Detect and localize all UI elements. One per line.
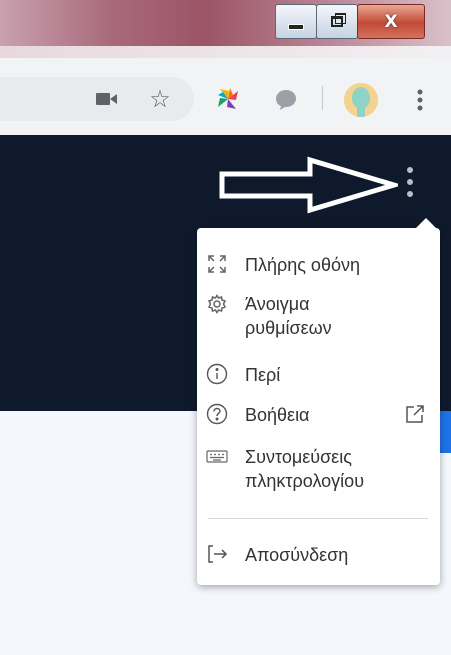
annotation-arrow-icon xyxy=(218,156,403,214)
menu-item-settings[interactable]: Άνοιγμα ρυθμίσεων xyxy=(197,290,440,342)
app-dropdown-menu: Πλήρης οθόνη Άνοιγμα ρυθμίσεων Περί Βοήθ… xyxy=(197,218,440,585)
minimize-icon xyxy=(288,23,304,30)
gear-icon xyxy=(206,293,228,315)
info-icon xyxy=(206,363,228,385)
title-bar-band xyxy=(0,46,451,58)
menu-item-label: Άνοιγμα ρυθμίσεων xyxy=(245,294,332,338)
menu-item-label: Πλήρης οθόνη xyxy=(245,255,360,275)
fullscreen-icon xyxy=(206,253,228,275)
browser-toolbar: ☆ xyxy=(0,58,451,135)
menu-item-label: Συντομεύσεις πληκτρολογίου xyxy=(245,447,365,491)
window-controls: X xyxy=(275,4,425,41)
window-title-bar: X xyxy=(0,0,451,58)
menu-item-help[interactable]: Βοήθεια xyxy=(197,400,440,430)
menu-item-label: Αποσύνδεση xyxy=(245,545,349,565)
menu-item-logout[interactable]: Αποσύνδεση xyxy=(197,540,440,570)
extension-pinwheel-icon[interactable] xyxy=(214,85,242,113)
restore-icon xyxy=(331,13,346,27)
close-button[interactable]: X xyxy=(357,4,425,39)
keyboard-icon xyxy=(206,446,228,468)
chrome-menu-icon[interactable] xyxy=(410,86,430,114)
help-icon xyxy=(206,403,228,425)
camera-icon[interactable] xyxy=(95,91,119,107)
external-link-icon xyxy=(404,403,426,425)
star-icon[interactable]: ☆ xyxy=(147,85,173,113)
toolbar-divider xyxy=(322,86,323,110)
menu-separator xyxy=(208,518,428,519)
menu-item-label: Περί xyxy=(245,365,281,385)
menu-item-about[interactable]: Περί xyxy=(197,360,440,390)
menu-item-keyboard-shortcuts[interactable]: Συντομεύσεις πληκτρολογίου xyxy=(197,443,440,498)
restore-button[interactable] xyxy=(316,4,358,39)
close-icon: X xyxy=(384,11,398,32)
chat-bubble-icon[interactable] xyxy=(274,88,298,112)
avatar[interactable] xyxy=(344,83,378,117)
menu-item-fullscreen[interactable]: Πλήρης οθόνη xyxy=(197,250,440,280)
app-menu-kebab-icon[interactable] xyxy=(402,163,418,201)
minimize-button[interactable] xyxy=(275,4,317,39)
menu-item-label: Βοήθεια xyxy=(245,405,310,425)
logout-icon xyxy=(206,543,228,565)
